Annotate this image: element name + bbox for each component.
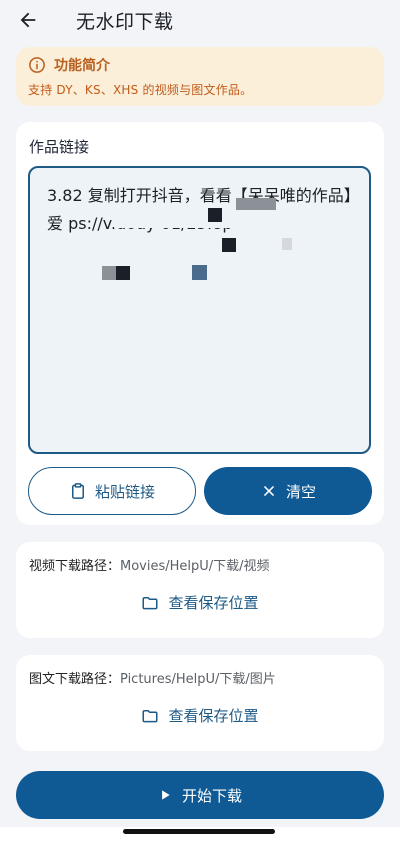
info-header: 功能简介 [28, 55, 372, 75]
clear-label: 清空 [285, 482, 316, 501]
app-bar: 无水印下载 [0, 0, 400, 40]
start-download-button[interactable]: 开始下载 [16, 771, 384, 819]
clear-button[interactable]: 清空 [204, 467, 372, 515]
link-textarea[interactable]: 3.82 复制打开抖音，看看【呆呆唯的作品】爱 ps://v.douy 01/2… [28, 166, 371, 454]
clipboard-icon [69, 482, 87, 500]
close-icon [260, 482, 278, 500]
video-path-value: Movies/HelpU/下载/视频 [120, 559, 270, 574]
redaction-block [236, 198, 276, 210]
link-card: 作品链接 3.82 复制打开抖音，看看【呆呆唯的作品】爱 ps://v.douy… [16, 122, 384, 525]
page-title: 无水印下载 [76, 11, 174, 33]
video-path-card: 视频下载路径：Movies/HelpU/下载/视频 查看保存位置 [16, 542, 384, 638]
arrow-left-icon [20, 12, 36, 28]
play-icon [158, 788, 172, 802]
paste-link-label: 粘贴链接 [94, 482, 155, 501]
link-label: 作品链接 [29, 138, 90, 156]
video-path-label: 视频下载路径： [29, 559, 121, 574]
redaction-block [222, 238, 236, 252]
view-video-location-label: 查看保存位置 [168, 594, 259, 612]
redaction-block [116, 266, 130, 280]
folder-icon [141, 707, 159, 725]
view-image-location-label: 查看保存位置 [168, 707, 259, 725]
back-button[interactable] [14, 6, 42, 34]
view-image-location-button[interactable]: 查看保存位置 [16, 705, 384, 726]
redaction-block [208, 208, 222, 222]
screen: 无水印下载 功能简介 支持 DY、KS、XHS 的视频与图文作品。 作品链接 3… [0, 0, 400, 843]
redaction-block [114, 206, 254, 228]
link-actions: 粘贴链接 清空 [28, 467, 372, 515]
info-title: 功能简介 [54, 58, 110, 74]
view-video-location-button[interactable]: 查看保存位置 [16, 592, 384, 613]
video-path-line: 视频下载路径：Movies/HelpU/下载/视频 [29, 555, 270, 574]
image-path-card: 图文下载路径：Pictures/HelpU/下载/图片 查看保存位置 [16, 655, 384, 751]
image-path-line: 图文下载路径：Pictures/HelpU/下载/图片 [29, 668, 276, 687]
folder-icon [141, 594, 159, 612]
image-path-label: 图文下载路径： [29, 672, 121, 687]
redaction-block [282, 238, 292, 250]
redaction-block [192, 265, 207, 280]
info-banner: 功能简介 支持 DY、KS、XHS 的视频与图文作品。 [16, 47, 384, 106]
home-indicator[interactable] [123, 829, 275, 834]
info-icon [28, 56, 46, 74]
image-path-value: Pictures/HelpU/下载/图片 [120, 672, 276, 687]
start-download-label: 开始下载 [181, 786, 242, 805]
paste-link-button[interactable]: 粘贴链接 [28, 467, 196, 515]
redaction-block [114, 234, 282, 256]
info-description: 支持 DY、KS、XHS 的视频与图文作品。 [28, 83, 253, 97]
